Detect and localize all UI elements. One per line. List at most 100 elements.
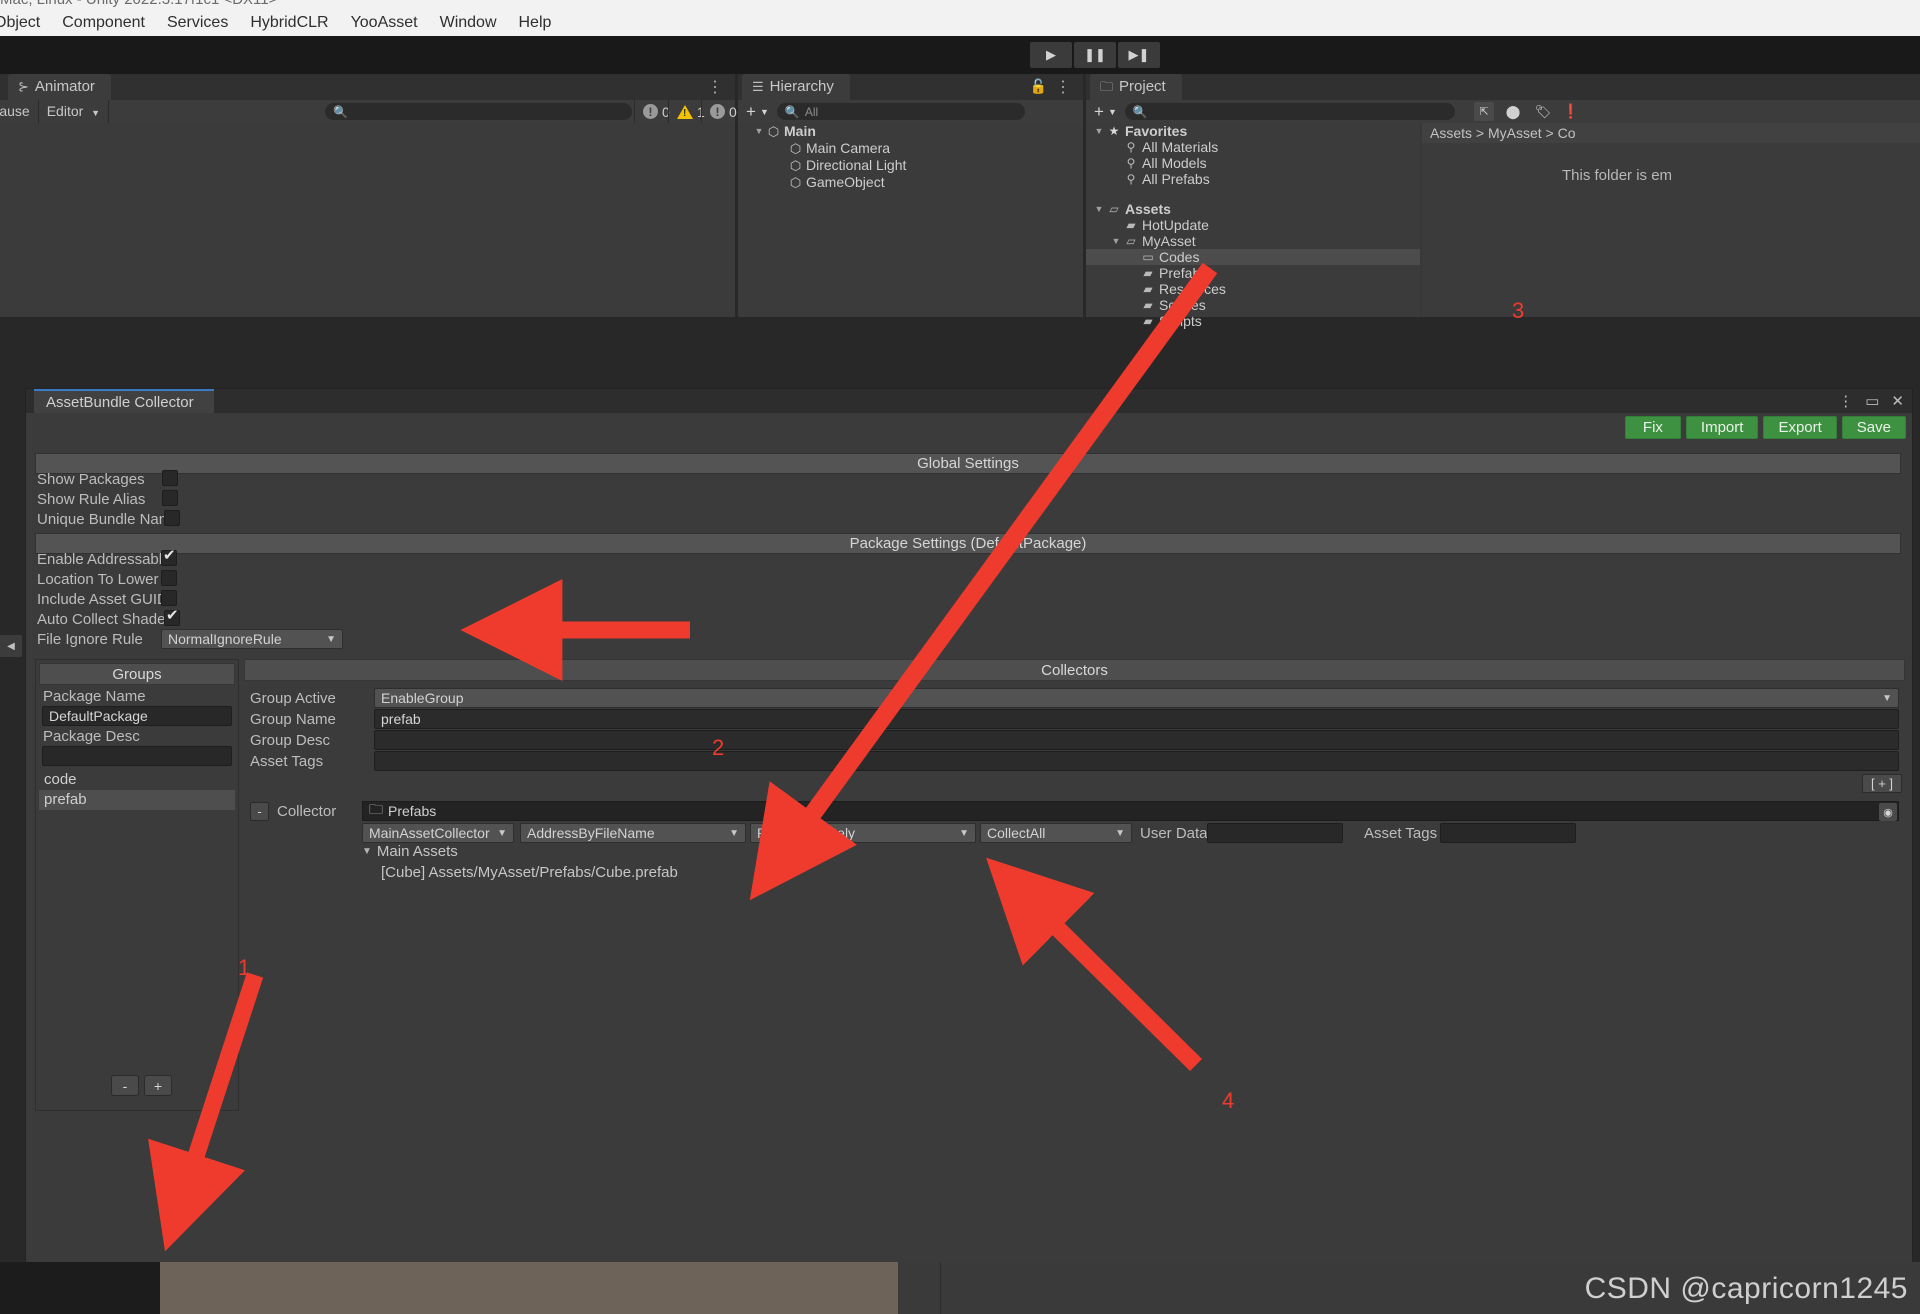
show-rule-alias-checkbox[interactable] — [162, 490, 178, 506]
menu-item-component[interactable]: Component — [51, 9, 156, 36]
remove-collector-button[interactable]: - — [250, 802, 269, 821]
editor-dropdown[interactable]: Editor ▼ — [39, 100, 109, 123]
project-row[interactable]: ▭Codes — [1086, 249, 1420, 265]
project-row[interactable]: ▰Prefabs — [1086, 265, 1420, 281]
group-active-dropdown[interactable]: EnableGroup ▼ — [374, 688, 1899, 708]
add-group-button[interactable]: + — [144, 1075, 172, 1096]
group-active-label: Group Active — [250, 690, 336, 707]
menu-item-object[interactable]: Object — [0, 9, 51, 36]
window-options-icon[interactable]: ⋮ — [1838, 392, 1853, 410]
hierarchy-add-button[interactable]: + ▼ — [738, 102, 777, 122]
enable-addressable-checkbox[interactable] — [161, 550, 177, 566]
chevron-down-icon[interactable]: ▼ — [752, 123, 766, 140]
filter-by-type-icon[interactable]: ⬤ — [1500, 102, 1526, 121]
address-rule-dropdown[interactable]: AddressByFileName ▼ — [520, 823, 746, 843]
project-row[interactable]: ▰Scenes — [1086, 297, 1420, 313]
hierarchy-panel: ☰ Hierarchy 🔓 ⋮ + ▼ 🔍 All ▼⬡Main⬡Main Ca… — [738, 74, 1083, 317]
bottom-strip-divider — [940, 1262, 941, 1314]
group-list-item-prefab[interactable]: prefab — [39, 790, 235, 810]
include-asset-guid-checkbox[interactable] — [161, 590, 177, 606]
search-icon: 🔍 — [1133, 105, 1148, 119]
project-row[interactable]: ▰HotUpdate — [1086, 217, 1420, 233]
file-ignore-rule-dropdown[interactable]: NormalIgnoreRule ▼ — [161, 629, 343, 649]
row-asset-tags-input[interactable] — [1440, 823, 1576, 843]
console-search-input[interactable]: 🔍 — [325, 103, 632, 120]
project-search-input[interactable]: 🔍 — [1125, 103, 1455, 120]
fix-button[interactable]: Fix — [1625, 416, 1681, 439]
project-row[interactable]: ▰Resources — [1086, 281, 1420, 297]
project-row[interactable]: ⚲All Prefabs — [1086, 171, 1420, 187]
project-row[interactable]: ⚲All Models — [1086, 155, 1420, 171]
breadcrumb[interactable]: Assets > MyAsset > Co — [1422, 123, 1920, 143]
add-collector-button[interactable]: [ + ] — [1862, 774, 1902, 793]
pause-toggle[interactable]: Pause — [0, 100, 39, 123]
hierarchy-row[interactable]: ▼⬡Main — [738, 123, 1083, 140]
gameobject-icon: ⬡ — [788, 174, 803, 191]
menu-item-help[interactable]: Help — [508, 9, 563, 36]
project-row[interactable]: ⚲All Materials — [1086, 139, 1420, 155]
chevron-down-icon[interactable]: ▼ — [1092, 123, 1106, 139]
group-list-item-code[interactable]: code — [39, 770, 235, 790]
unique-bundle-name-checkbox[interactable] — [164, 510, 180, 526]
object-picker-icon[interactable]: ◉ — [1879, 803, 1897, 821]
gameobject-icon: ⬡ — [788, 140, 803, 157]
expand-search-icon[interactable]: ⇱ — [1474, 102, 1494, 121]
abc-tabbar: AssetBundle Collector ⋮ ▭ ✕ — [26, 389, 1912, 413]
project-row[interactable]: ▼★Favorites — [1086, 123, 1420, 139]
project-row[interactable]: ▰Scripts — [1086, 313, 1420, 329]
hierarchy-row[interactable]: ⬡GameObject — [738, 174, 1083, 191]
hierarchy-row[interactable]: ⬡Main Camera — [738, 140, 1083, 157]
tab-project[interactable]: 🗀 Project — [1090, 74, 1182, 100]
maximize-icon[interactable]: ▭ — [1865, 392, 1879, 410]
filter-by-label-icon[interactable]: 🏷 — [1530, 102, 1556, 121]
group-name-input[interactable]: prefab — [374, 709, 1899, 729]
auto-collect-shaders-label: Auto Collect Shaders — [37, 611, 178, 628]
export-button[interactable]: Export — [1763, 416, 1836, 439]
project-tree: ▼★Favorites⚲All Materials⚲All Models⚲All… — [1086, 123, 1420, 317]
filter-rule-dropdown[interactable]: CollectAll ▼ — [980, 823, 1132, 843]
play-button[interactable]: ▶ — [1030, 42, 1072, 68]
save-button[interactable]: Save — [1842, 416, 1906, 439]
menu-item-window[interactable]: Window — [429, 9, 508, 36]
show-packages-checkbox[interactable] — [162, 470, 178, 486]
user-data-input[interactable] — [1207, 823, 1343, 843]
tab-animator[interactable]: ⊱ Animator — [8, 74, 111, 100]
chevron-down-icon[interactable]: ▼ — [1092, 201, 1106, 217]
menu-item-hybridclr[interactable]: HybridCLR — [239, 9, 339, 36]
lock-icon[interactable]: 🔓 — [1030, 78, 1047, 95]
package-name-input[interactable]: DefaultPackage — [42, 706, 232, 726]
animator-options-icon[interactable]: ⋮ — [707, 77, 723, 97]
editor-dropdown-label: Editor — [47, 103, 84, 119]
hierarchy-options-icon[interactable]: ⋮ — [1055, 77, 1071, 97]
pack-rule-dropdown[interactable]: PackSeparately ▼ — [750, 823, 976, 843]
hierarchy-row[interactable]: ⬡Directional Light — [738, 157, 1083, 174]
tab-hierarchy[interactable]: ☰ Hierarchy — [742, 74, 850, 100]
project-add-button[interactable]: + ▼ — [1086, 102, 1125, 122]
group-desc-input[interactable] — [374, 730, 1899, 750]
group-asset-tags-label: Asset Tags — [250, 753, 323, 770]
location-to-lower-checkbox[interactable] — [161, 570, 177, 586]
menu-item-yooasset[interactable]: YooAsset — [340, 9, 429, 36]
pause-button[interactable]: ❚❚ — [1074, 42, 1116, 68]
tab-assetbundle-collector[interactable]: AssetBundle Collector — [34, 389, 214, 413]
warning-filter-icon[interactable]: ❗ — [1558, 102, 1584, 121]
hierarchy-search-input[interactable]: 🔍 All — [777, 103, 1025, 120]
main-assets-foldout[interactable]: ▼ Main Assets — [362, 843, 458, 860]
menu-bar[interactable]: Object Component Services HybridCLR YooA… — [0, 9, 1920, 36]
import-button[interactable]: Import — [1686, 416, 1759, 439]
auto-collect-shaders-checkbox[interactable] — [164, 610, 180, 626]
group-asset-tags-input[interactable] — [374, 751, 1899, 771]
collector-type-dropdown[interactable]: MainAssetCollector ▼ — [362, 823, 514, 843]
row-asset-tags-label: Asset Tags — [1364, 825, 1437, 842]
chevron-down-icon[interactable]: ▼ — [1109, 233, 1123, 249]
step-button[interactable]: ▶❚ — [1118, 42, 1160, 68]
project-row[interactable]: ▼▱MyAsset — [1086, 233, 1420, 249]
close-icon[interactable]: ✕ — [1891, 392, 1904, 410]
menu-item-services[interactable]: Services — [156, 9, 239, 36]
project-row[interactable]: ▼▱Assets — [1086, 201, 1420, 217]
hierarchy-icon: ☰ — [752, 74, 764, 100]
left-panel-collapse-button[interactable]: ◀ — [0, 635, 22, 657]
remove-group-button[interactable]: - — [111, 1075, 139, 1096]
collector-object-field[interactable]: 🗀 Prefabs ◉ — [362, 801, 1899, 821]
package-desc-input[interactable] — [42, 746, 232, 766]
